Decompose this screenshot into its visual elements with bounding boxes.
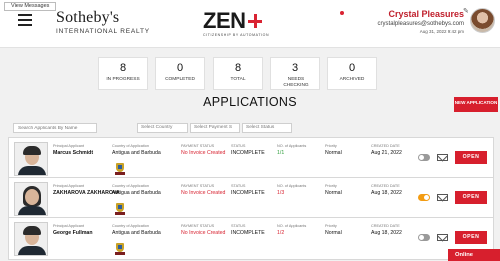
- zen-logo-word: ZEN: [203, 8, 246, 33]
- stat-value: 8: [119, 62, 127, 74]
- brand-subtitle: INTERNATIONAL REALTY: [56, 28, 150, 35]
- created-date-value: Aug 18, 2022: [371, 190, 402, 196]
- stat-archived[interactable]: 0 ARCHIVED: [327, 57, 377, 90]
- plus-icon: [247, 14, 262, 28]
- applicant-count-value: 1/3: [277, 190, 285, 196]
- zen-logo: ZEN CITIZENSHIP BY AUTOMATION: [203, 8, 293, 38]
- applicant-photo: [14, 142, 48, 176]
- toggle-switch[interactable]: [418, 154, 430, 161]
- mail-icon[interactable]: [437, 154, 448, 161]
- toggle-switch[interactable]: [418, 234, 430, 241]
- stat-label: NEEDS CHECKING: [283, 77, 309, 88]
- status-value: INCOMPLETE: [231, 150, 265, 156]
- status-select[interactable]: Select Status: [242, 123, 292, 133]
- stat-total[interactable]: 8 TOTAL: [213, 57, 263, 90]
- principal-label: Principal Applicant: [53, 144, 85, 148]
- online-chat-tab[interactable]: Online: [448, 249, 500, 261]
- country-coat-of-arms-icon: [115, 201, 125, 215]
- user-name: Crystal Pleasures: [388, 9, 464, 19]
- brand-name: Sotheby's: [56, 9, 120, 26]
- brand-logo: Sotheby's INTERNATIONAL REALTY: [56, 9, 150, 35]
- search-input[interactable]: [13, 123, 97, 133]
- applicant-count-label: NO. of Applicants: [277, 144, 307, 148]
- priority-label: Priority: [325, 224, 337, 228]
- table-row: Principal Applicant George Fullman Count…: [8, 217, 494, 260]
- user-date: Aug 31, 2022 9:42 pm: [419, 29, 464, 34]
- priority-value: Normal: [325, 230, 342, 236]
- applicant-name: Marcus Schmidt: [53, 150, 94, 156]
- priority-label: Priority: [325, 184, 337, 188]
- page-title: APPLICATIONS: [203, 95, 297, 109]
- payment-status-select[interactable]: Select Payment S: [190, 123, 240, 133]
- view-messages-button[interactable]: View Messages: [4, 2, 57, 11]
- avatar[interactable]: [470, 8, 495, 33]
- created-date-label: CREATED DATE: [371, 184, 400, 188]
- created-date-value: Aug 18, 2022: [371, 230, 402, 236]
- country-value: Antigua and Barbuda: [112, 230, 161, 236]
- applicant-count-value: 1/1: [277, 150, 285, 156]
- stat-in-progress[interactable]: 8 IN PROGRESS: [98, 57, 148, 90]
- stat-value: 8: [234, 62, 242, 74]
- user-email: crystalpleasures@sothebys.com: [377, 21, 464, 27]
- mail-icon[interactable]: [437, 194, 448, 201]
- payment-status-label: PAYMENT STATUS: [181, 144, 215, 148]
- stat-label: COMPLETED: [165, 77, 195, 82]
- payment-status-label: PAYMENT STATUS: [181, 224, 215, 228]
- applicant-name: ZAKHAROVA ZAKHAROVA: [53, 190, 120, 196]
- status-value: INCOMPLETE: [231, 230, 265, 236]
- open-button[interactable]: OPEN: [455, 151, 487, 164]
- stat-value: 0: [348, 62, 356, 74]
- stat-needs-checking[interactable]: 3 NEEDS CHECKING: [270, 57, 320, 90]
- country-value: Antigua and Barbuda: [112, 150, 161, 156]
- payment-status-value: No Invoice Created: [181, 190, 226, 196]
- created-date-label: CREATED DATE: [371, 144, 400, 148]
- created-date-value: Aug 21, 2022: [371, 150, 402, 156]
- applicant-photo: [14, 222, 48, 256]
- principal-label: Principal Applicant: [53, 224, 85, 228]
- payment-status-label: PAYMENT STATUS: [181, 184, 215, 188]
- user-info: Crystal Pleasures crystalpleasures@sothe…: [378, 9, 464, 34]
- mail-icon[interactable]: [437, 234, 448, 241]
- applicant-name: George Fullman: [53, 230, 93, 236]
- stat-label: TOTAL: [230, 77, 246, 82]
- stat-value: 3: [291, 62, 299, 74]
- stat-value: 0: [176, 62, 184, 74]
- stat-label: ARCHIVED: [339, 77, 365, 82]
- country-select[interactable]: Select Country: [137, 123, 188, 133]
- status-label: STATUS: [231, 144, 246, 148]
- country-label: Country of Application: [112, 224, 149, 228]
- table-row: Principal Applicant ZAKHAROVA ZAKHAROVA …: [8, 177, 494, 220]
- priority-label: Priority: [325, 144, 337, 148]
- country-label: Country of Application: [112, 144, 149, 148]
- stat-label: IN PROGRESS: [106, 77, 140, 82]
- top-header: View Messages Sotheby's INTERNATIONAL RE…: [0, 0, 500, 48]
- principal-label: Principal Applicant: [53, 184, 85, 188]
- toggle-switch[interactable]: [418, 194, 430, 201]
- status-label: STATUS: [231, 184, 246, 188]
- country-coat-of-arms-icon: [115, 241, 125, 255]
- priority-value: Normal: [325, 150, 342, 156]
- open-button[interactable]: OPEN: [455, 231, 487, 244]
- pencil-icon[interactable]: ✎: [463, 7, 469, 15]
- applicant-count-label: NO. of Applicants: [277, 224, 307, 228]
- country-value: Antigua and Barbuda: [112, 190, 161, 196]
- zen-logo-tagline: CITIZENSHIP BY AUTOMATION: [203, 33, 270, 37]
- status-label: STATUS: [231, 224, 246, 228]
- open-button[interactable]: OPEN: [455, 191, 487, 204]
- country-label: Country of Application: [112, 184, 149, 188]
- applicant-photo: [14, 182, 48, 216]
- country-coat-of-arms-icon: [115, 161, 125, 175]
- stat-completed[interactable]: 0 COMPLETED: [155, 57, 205, 90]
- payment-status-value: No Invoice Created: [181, 150, 226, 156]
- payment-status-value: No Invoice Created: [181, 230, 226, 236]
- created-date-label: CREATED DATE: [371, 224, 400, 228]
- applicant-count-label: NO. of Applicants: [277, 184, 307, 188]
- priority-value: Normal: [325, 190, 342, 196]
- new-application-button[interactable]: NEW APPLICATION: [454, 97, 498, 112]
- table-row: Principal Applicant Marcus Schmidt Count…: [8, 137, 494, 180]
- status-value: INCOMPLETE: [231, 190, 265, 196]
- notification-dot-icon[interactable]: [340, 11, 344, 15]
- hamburger-menu-icon[interactable]: [18, 14, 32, 26]
- applicant-count-value: 1/2: [277, 230, 285, 236]
